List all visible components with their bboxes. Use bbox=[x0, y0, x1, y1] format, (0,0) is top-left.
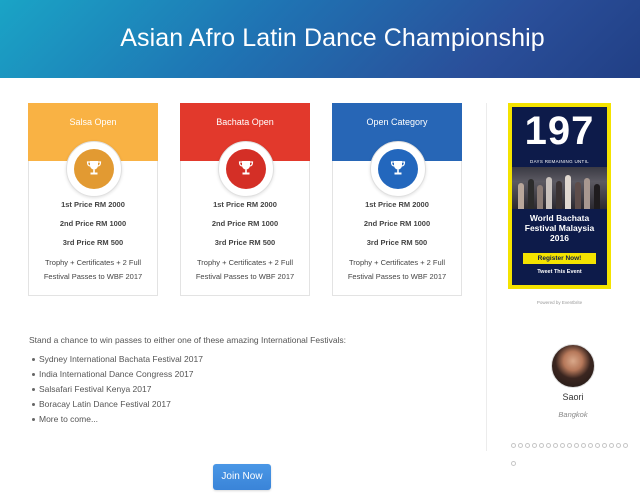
carousel-dot[interactable] bbox=[588, 443, 593, 448]
testimonial-city: Bangkok bbox=[558, 410, 588, 419]
carousel-dot[interactable] bbox=[518, 443, 523, 448]
avatar bbox=[551, 344, 595, 388]
carousel-dot[interactable] bbox=[567, 443, 572, 448]
category-card-open: Open Category 1st Price RM 2000 2nd Pric… bbox=[332, 103, 462, 296]
category-card-salsa: Salsa Open 1st Price RM 2000 2nd Price R… bbox=[28, 103, 158, 296]
carousel-dot[interactable] bbox=[511, 461, 516, 466]
prize-extra-line1: Trophy + Certificates + 2 Full bbox=[348, 258, 445, 267]
prize-third: 3rd Price RM 500 bbox=[366, 238, 428, 247]
list-item: Boracay Latin Dance Festival 2017 bbox=[32, 397, 203, 412]
tweet-event-link[interactable]: Tweet This Event bbox=[512, 269, 607, 275]
carousel-dot[interactable] bbox=[602, 443, 607, 448]
carousel-dot[interactable] bbox=[623, 443, 628, 448]
testimonial-name: Saori bbox=[562, 392, 584, 402]
list-item: Sydney International Bachata Festival 20… bbox=[32, 352, 203, 367]
carousel-dots[interactable] bbox=[510, 438, 632, 474]
card-title: Open Category bbox=[366, 117, 428, 127]
list-item: More to come... bbox=[32, 412, 203, 427]
trophy-icon bbox=[390, 161, 406, 175]
prize-extra-line2: Festival Passes to WBF 2017 bbox=[347, 272, 447, 281]
prize-second: 2nd Price RM 1000 bbox=[59, 219, 127, 228]
trophy-badge bbox=[370, 141, 426, 197]
prize-first: 1st Price RM 2000 bbox=[365, 200, 429, 209]
carousel-dot[interactable] bbox=[511, 443, 516, 448]
carousel-dot[interactable] bbox=[595, 443, 600, 448]
powered-by-label[interactable]: Powered by Eventbrite bbox=[508, 300, 611, 305]
page-title: Asian Afro Latin Dance Championship bbox=[120, 24, 545, 52]
trophy-badge bbox=[66, 141, 122, 197]
trophy-icon bbox=[238, 161, 254, 175]
dancers-photo bbox=[512, 167, 607, 209]
countdown-ad[interactable]: 197 DAYS REMAINING UNTIL World Bachata F… bbox=[508, 103, 611, 289]
carousel-dot[interactable] bbox=[532, 443, 537, 448]
prize-first: 1st Price RM 2000 bbox=[61, 200, 125, 209]
prize-third: 3rd Price RM 500 bbox=[214, 238, 276, 247]
card-title: Bachata Open bbox=[216, 117, 274, 127]
prize-third: 3rd Price RM 500 bbox=[62, 238, 124, 247]
carousel-dot[interactable] bbox=[574, 443, 579, 448]
carousel-dot[interactable] bbox=[609, 443, 614, 448]
carousel-dot[interactable] bbox=[546, 443, 551, 448]
carousel-dot[interactable] bbox=[616, 443, 621, 448]
trophy-icon bbox=[86, 161, 102, 175]
carousel-dot[interactable] bbox=[560, 443, 565, 448]
carousel-dot[interactable] bbox=[581, 443, 586, 448]
list-item: India International Dance Congress 2017 bbox=[32, 367, 203, 382]
countdown-number: 197 bbox=[524, 109, 595, 153]
countdown-ad-panel: 197 DAYS REMAINING UNTIL World Bachata F… bbox=[512, 107, 607, 285]
festivals-intro: Stand a chance to win passes to either o… bbox=[29, 335, 347, 345]
trophy-badge bbox=[218, 141, 274, 197]
carousel-dot[interactable] bbox=[553, 443, 558, 448]
join-now-button[interactable]: Join Now bbox=[213, 464, 271, 490]
category-card-bachata: Bachata Open 1st Price RM 2000 2nd Price… bbox=[180, 103, 310, 296]
prize-first: 1st Price RM 2000 bbox=[213, 200, 277, 209]
header-banner: Asian Afro Latin Dance Championship bbox=[0, 0, 640, 78]
card-title: Salsa Open bbox=[69, 117, 117, 127]
prize-extra-line1: Trophy + Certificates + 2 Full bbox=[196, 258, 293, 267]
festival-list: Sydney International Bachata Festival 20… bbox=[32, 352, 203, 427]
prize-extra-line2: Festival Passes to WBF 2017 bbox=[43, 272, 143, 281]
register-now-button[interactable]: Register Now! bbox=[523, 253, 596, 264]
carousel-dot[interactable] bbox=[525, 443, 530, 448]
prize-extra-line2: Festival Passes to WBF 2017 bbox=[195, 272, 295, 281]
prize-second: 2nd Price RM 1000 bbox=[363, 219, 431, 228]
list-item: Salsafari Festival Kenya 2017 bbox=[32, 382, 203, 397]
prize-second: 2nd Price RM 1000 bbox=[211, 219, 279, 228]
countdown-days-label: DAYS REMAINING UNTIL bbox=[530, 159, 589, 164]
carousel-dot[interactable] bbox=[539, 443, 544, 448]
sidebar-divider bbox=[486, 103, 487, 451]
prize-extra-line1: Trophy + Certificates + 2 Full bbox=[44, 258, 141, 267]
countdown-event-title: World Bachata Festival Malaysia 2016 bbox=[524, 213, 595, 243]
